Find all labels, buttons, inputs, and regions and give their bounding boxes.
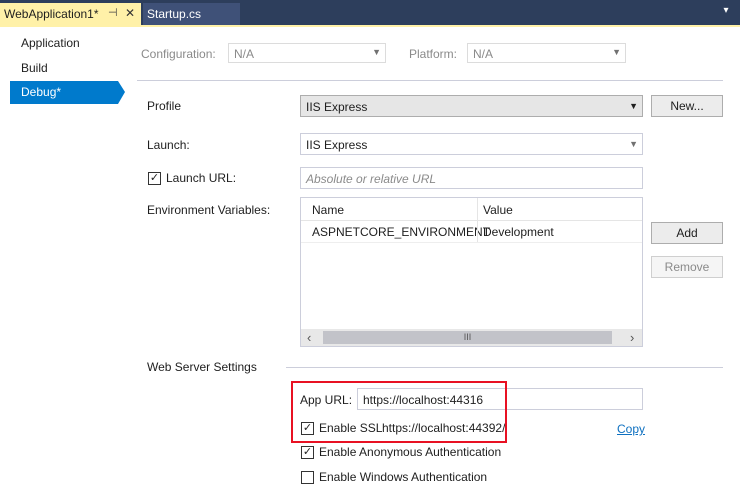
- anonymous-auth-checkbox[interactable]: ✓: [301, 446, 314, 459]
- env-var-name: ASPNETCORE_ENVIRONMENT: [312, 225, 491, 239]
- scroll-thumb[interactable]: III: [323, 331, 612, 344]
- launch-url-checkbox[interactable]: ✓: [148, 172, 161, 185]
- launch-label: Launch:: [147, 138, 190, 152]
- profile-value: IIS Express: [306, 100, 368, 114]
- tab-webapplication1[interactable]: WebApplication1* ⊣ ✕: [0, 3, 141, 25]
- horizontal-scrollbar[interactable]: ‹ III ›: [301, 329, 642, 346]
- nav-item-build[interactable]: Build: [21, 61, 48, 75]
- profile-select[interactable]: IIS Express ▼: [300, 95, 643, 117]
- chevron-down-icon: ▼: [612, 47, 621, 57]
- nav-item-application[interactable]: Application: [21, 36, 80, 50]
- table-row[interactable]: ASPNETCORE_ENVIRONMENT Development: [301, 220, 642, 243]
- web-server-settings-label: Web Server Settings: [147, 360, 257, 374]
- anonymous-auth-label: Enable Anonymous Authentication: [319, 445, 502, 459]
- windows-auth-checkbox[interactable]: [301, 471, 314, 484]
- tab-label: WebApplication1*: [4, 7, 99, 21]
- grid-header: Name Value: [301, 198, 642, 221]
- launch-url-input[interactable]: Absolute or relative URL: [300, 167, 643, 189]
- configuration-label: Configuration:: [141, 47, 216, 61]
- windows-auth-label: Enable Windows Authentication: [319, 470, 488, 484]
- property-nav: Application Build Debug*: [0, 27, 128, 493]
- configuration-value: N/A: [234, 47, 255, 61]
- close-icon[interactable]: ✕: [125, 6, 135, 20]
- environment-variables-grid[interactable]: Name Value ASPNETCORE_ENVIRONMENT Develo…: [300, 197, 643, 347]
- launch-url-placeholder: Absolute or relative URL: [306, 172, 437, 186]
- chevron-down-icon: ▼: [629, 101, 638, 111]
- scroll-left-icon[interactable]: ‹: [307, 329, 311, 346]
- chevron-down-icon: ▼: [372, 47, 381, 57]
- platform-select[interactable]: N/A ▼: [467, 43, 626, 63]
- highlight-box: [291, 381, 507, 443]
- divider: [137, 80, 723, 81]
- chevron-down-icon: ▼: [629, 139, 638, 149]
- column-header-value[interactable]: Value: [483, 203, 513, 217]
- pin-icon[interactable]: ⊣: [108, 6, 118, 19]
- column-header-name[interactable]: Name: [312, 203, 344, 217]
- platform-value: N/A: [473, 47, 494, 61]
- platform-label: Platform:: [409, 47, 458, 61]
- profile-label: Profile: [147, 99, 182, 113]
- divider: [286, 367, 723, 368]
- launch-select[interactable]: IIS Express ▼: [300, 133, 643, 155]
- configuration-select[interactable]: N/A ▼: [228, 43, 386, 63]
- copy-link[interactable]: Copy: [617, 422, 645, 436]
- nav-selection-arrow: [118, 81, 125, 104]
- scroll-right-icon[interactable]: ›: [630, 329, 634, 346]
- environment-variables-label: Environment Variables:: [147, 203, 271, 217]
- tab-label: Startup.cs: [147, 7, 202, 21]
- launch-value: IIS Express: [306, 138, 368, 152]
- launch-url-label: Launch URL:: [166, 171, 237, 185]
- tab-overflow-dropdown-icon[interactable]: ▾: [718, 5, 734, 19]
- column-separator: [477, 198, 478, 220]
- env-var-value: Development: [483, 225, 554, 239]
- nav-item-label: Debug*: [21, 85, 62, 99]
- column-separator: [477, 220, 478, 242]
- nav-item-debug[interactable]: Debug*: [10, 81, 118, 104]
- tab-startup-cs[interactable]: Startup.cs: [143, 3, 240, 25]
- remove-button[interactable]: Remove: [651, 256, 723, 278]
- add-button[interactable]: Add: [651, 222, 723, 244]
- new-profile-button[interactable]: New...: [651, 95, 723, 117]
